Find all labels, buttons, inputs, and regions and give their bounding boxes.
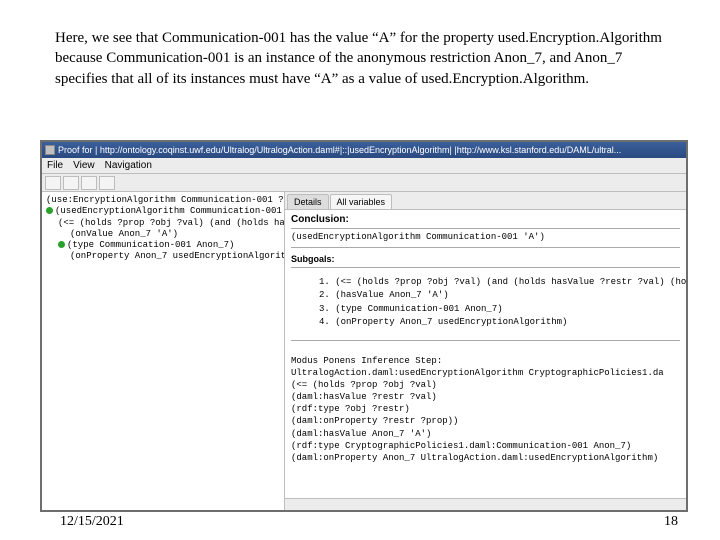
bullet-icon [46, 207, 53, 214]
inference-line: (rdf:type ?obj ?restr) [291, 403, 680, 415]
inference-line: (daml:hasValue ?restr ?val) [291, 391, 680, 403]
toolbar [42, 174, 686, 192]
inference-line: (rdf:type CryptographicPolicies1.daml:Co… [291, 440, 680, 452]
tree-node[interactable]: (onProperty Anon_7 usedEncryptionAlgorit… [46, 251, 280, 262]
menu-navigation[interactable]: Navigation [105, 160, 152, 171]
inference-line: UltralogAction.daml:usedEncryptionAlgori… [291, 367, 680, 379]
subgoals-list: 1. (<= (holds ?prop ?obj ?val) (and (hol… [319, 276, 680, 330]
window-title: Proof for | http://ontology.coqinst.uwf.… [58, 145, 621, 155]
tree-node-label: (type Communication-001 Anon_7) [67, 240, 234, 250]
tree-node[interactable]: (usedEncryptionAlgorithm Communication-0… [46, 206, 280, 217]
footer-date: 12/15/2021 [60, 514, 124, 530]
tab-all-variables[interactable]: All variables [330, 194, 393, 209]
subgoal-item: 3. (type Communication-001 Anon_7) [319, 303, 680, 317]
divider [291, 228, 680, 229]
tree-node-label: (usedEncryptionAlgorithm Communication-0… [55, 206, 285, 216]
bullet-icon [58, 241, 65, 248]
conclusion-text: (usedEncryptionAlgorithm Communication-0… [291, 232, 680, 244]
subgoal-item: 1. (<= (holds ?prop ?obj ?val) (and (hol… [319, 276, 680, 290]
inference-block: Modus Ponens Inference Step: UltralogAct… [291, 355, 680, 464]
inference-line: (<= (holds ?prop ?obj ?val) [291, 379, 680, 391]
toolbar-button[interactable] [99, 176, 115, 190]
divider [291, 247, 680, 248]
tree-node[interactable]: (use:EncryptionAlgorithm Communication-0… [46, 195, 280, 206]
tree-node[interactable]: (onValue Anon_7 'A') [46, 229, 280, 240]
toolbar-button[interactable] [45, 176, 61, 190]
split-panes: (use:EncryptionAlgorithm Communication-0… [42, 192, 686, 510]
status-bar [285, 498, 686, 510]
inference-line: Modus Ponens Inference Step: [291, 355, 680, 367]
tree-node-label: (<= (holds ?prop ?obj ?val) (and (holds … [58, 218, 285, 228]
tab-details[interactable]: Details [287, 194, 329, 209]
toolbar-button[interactable] [81, 176, 97, 190]
details-content: Conclusion: (usedEncryptionAlgorithm Com… [285, 210, 686, 510]
window-titlebar[interactable]: Proof for | http://ontology.coqinst.uwf.… [42, 142, 686, 158]
proof-window: Proof for | http://ontology.coqinst.uwf.… [40, 140, 688, 512]
tab-bar: Details All variables [285, 192, 686, 210]
slide-caption: Here, we see that Communication-001 has … [55, 28, 672, 89]
tree-node[interactable]: (<= (holds ?prop ?obj ?val) (and (holds … [46, 218, 280, 229]
conclusion-heading: Conclusion: [291, 214, 680, 225]
divider [291, 267, 680, 268]
menu-bar: File View Navigation [42, 158, 686, 174]
toolbar-button[interactable] [63, 176, 79, 190]
subgoal-item: 4. (onProperty Anon_7 usedEncryptionAlgo… [319, 316, 680, 330]
subgoal-item: 2. (hasValue Anon_7 'A') [319, 289, 680, 303]
subgoals-heading: Subgoals: [291, 254, 680, 264]
tree-node[interactable]: (type Communication-001 Anon_7) [46, 240, 280, 251]
divider [291, 340, 680, 341]
menu-view[interactable]: View [73, 160, 95, 171]
tree-node-label: (onValue Anon_7 'A') [70, 229, 178, 239]
proof-tree-pane[interactable]: (use:EncryptionAlgorithm Communication-0… [42, 192, 285, 510]
inference-line: (daml:onProperty Anon_7 UltralogAction.d… [291, 452, 680, 464]
inference-line: (daml:onProperty ?restr ?prop)) [291, 415, 680, 427]
menu-file[interactable]: File [47, 160, 63, 171]
inference-line: (daml:hasValue Anon_7 'A') [291, 428, 680, 440]
tree-node-label: (onProperty Anon_7 usedEncryptionAlgorit… [70, 251, 285, 261]
details-pane: Details All variables Conclusion: (usedE… [285, 192, 686, 510]
app-icon [45, 145, 55, 155]
footer-page-number: 18 [664, 514, 678, 530]
